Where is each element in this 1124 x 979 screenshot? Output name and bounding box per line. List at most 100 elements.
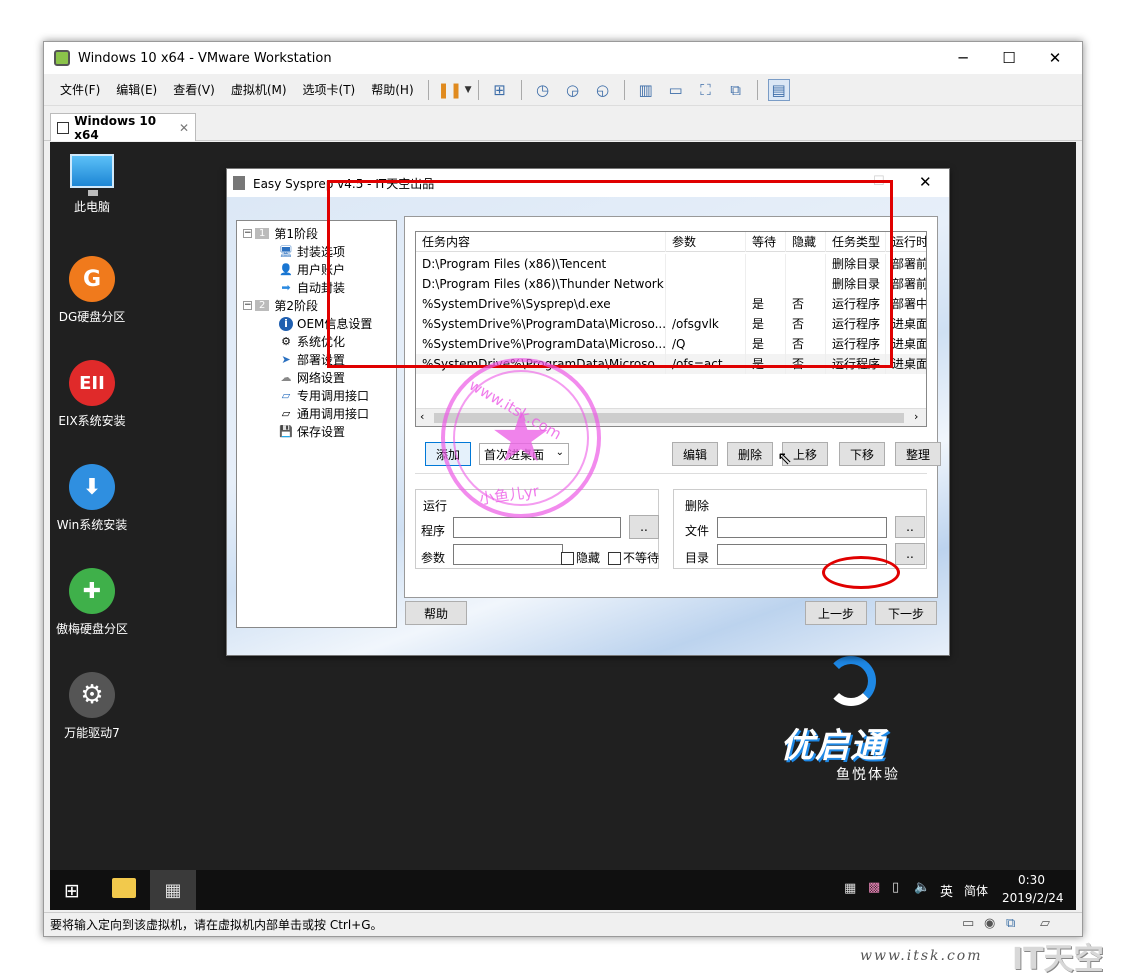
pause-icon[interactable]: ❚❚ [437, 79, 462, 101]
deploy-icon: ➤ [281, 353, 291, 366]
minimize-button[interactable]: ─ [940, 42, 986, 74]
collapse-icon[interactable]: − [243, 229, 252, 238]
maximize-icon: ☐ [1002, 49, 1016, 67]
program-input[interactable] [453, 517, 621, 538]
device-network-icon[interactable]: ⧉ [1006, 916, 1015, 931]
fullscreen-icon[interactable]: ⛶ [695, 79, 717, 101]
tray-usb-icon[interactable]: ▯ [892, 880, 899, 895]
monitor-icon [70, 154, 114, 196]
desktop-icon-driver[interactable]: ⚙ 万能驱动7 [50, 672, 134, 741]
tray-color-icon[interactable]: ▩ [868, 880, 880, 895]
app-icon [233, 176, 245, 190]
menu-file[interactable]: 文件(F) [52, 81, 108, 98]
footer-site: www.itsk.com [860, 948, 983, 964]
dir-label: 目录 [685, 551, 710, 565]
window-title: Windows 10 x64 - VMware Workstation [78, 50, 332, 66]
params-input[interactable] [453, 544, 563, 565]
pie-icon: ✚ [69, 568, 115, 614]
menu-bar: 文件(F) 编辑(E) 查看(V) 虚拟机(M) 选项卡(T) 帮助(H) ❚❚… [44, 74, 1082, 106]
active-app-icon[interactable]: ▦ [150, 870, 196, 910]
device-hdd-icon[interactable]: ▭ [962, 916, 974, 931]
mouse-cursor-icon: ⇖ [777, 448, 793, 469]
start-icon[interactable]: ⊞ [64, 880, 80, 902]
menu-edit[interactable]: 编辑(E) [108, 81, 165, 98]
desktop-icon-win-install[interactable]: ⬇ Win系统安装 [50, 464, 134, 533]
stage-num-badge: 2 [255, 300, 270, 311]
arrow-right-icon: ➡ [281, 281, 291, 294]
highlight-task-list [327, 180, 893, 368]
thumbnail-icon[interactable]: ▭ [665, 79, 687, 101]
program-browse-button[interactable]: .. [629, 515, 659, 539]
tab-windows10[interactable]: Windows 10 x64 ✕ [50, 113, 196, 142]
edit-button[interactable]: 编辑 [672, 442, 718, 466]
scroll-left-icon[interactable]: ‹ [420, 410, 424, 423]
maximize-button[interactable]: ☐ [986, 42, 1032, 74]
eix-icon: EII [69, 360, 115, 406]
ime-lang[interactable]: 英 [940, 881, 953, 900]
minimize-icon: ─ [958, 49, 968, 67]
sidebar-icon[interactable]: ▥ [635, 79, 657, 101]
send-keys-icon[interactable]: ⊞ [489, 79, 511, 101]
device-cd-icon[interactable]: ◉ [984, 916, 995, 931]
status-text: 要将输入定向到该虚拟机，请在虚拟机内部单击或按 Ctrl+G。 [50, 918, 383, 932]
footer-watermark: www.itsk.com IT天空 [860, 934, 1122, 977]
file-input[interactable] [717, 517, 887, 538]
vmware-logo-icon [54, 50, 70, 66]
ime-mode[interactable]: 简体 [964, 882, 988, 899]
collapse-icon[interactable]: − [243, 301, 252, 310]
hidden-checkbox[interactable]: 隐藏 [561, 549, 600, 566]
desktop-icon-eix[interactable]: EII EIX系统安装 [50, 360, 134, 429]
clock-date[interactable]: 2019/2/24 [1002, 891, 1064, 905]
chevron-down-icon[interactable]: ▼ [465, 85, 472, 95]
run-group-title: 运行 [423, 499, 448, 513]
menu-view[interactable]: 查看(V) [165, 81, 223, 98]
fish-logo-icon [826, 656, 876, 706]
tree-item-general-api[interactable]: ▱ 通用调用接口 [279, 405, 369, 422]
help-button[interactable]: 帮助 [405, 601, 467, 625]
tree-stage-1[interactable]: − 1 第1阶段 [243, 225, 318, 242]
scroll-right-icon[interactable]: › [914, 410, 918, 423]
file-browse-button[interactable]: .. [895, 516, 925, 538]
file-label: 文件 [685, 524, 710, 538]
tab-label: Windows 10 x64 [74, 113, 157, 142]
menu-help[interactable]: 帮助(H) [363, 81, 421, 98]
unity-icon[interactable]: ⧉ [725, 79, 747, 101]
message-icon[interactable]: ▱ [1040, 916, 1050, 931]
snapshot-revert-icon[interactable]: ◶ [562, 79, 584, 101]
close-button[interactable]: ✕ [1032, 42, 1078, 74]
desktop-icon-this-pc[interactable]: 此电脑 [50, 154, 134, 215]
save-icon: 💾 [279, 425, 293, 438]
nowait-checkbox[interactable]: 不等待 [608, 549, 659, 566]
next-button[interactable]: 下一步 [875, 601, 937, 625]
snapshot-icon[interactable]: ◷ [532, 79, 554, 101]
menu-tabs[interactable]: 选项卡(T) [295, 81, 364, 98]
params-label: 参数 [421, 551, 446, 565]
tree-stage-2[interactable]: − 2 第2阶段 [243, 297, 318, 314]
prev-button[interactable]: 上一步 [805, 601, 867, 625]
vmware-title-bar[interactable]: Windows 10 x64 - VMware Workstation ─ ☐ … [44, 42, 1082, 74]
delete-group-title: 删除 [685, 499, 710, 513]
gear-icon: ⚙ [281, 335, 291, 348]
desktop-icon-dg[interactable]: G DG硬盘分区 [50, 256, 134, 325]
console-view-icon[interactable]: ▤ [767, 78, 790, 101]
tab-close-icon[interactable]: ✕ [179, 121, 189, 135]
vm-tab-icon [57, 121, 70, 134]
desktop-icon-aomei[interactable]: ✚ 傲梅硬盘分区 [50, 568, 134, 637]
delete-button[interactable]: 删除 [727, 442, 773, 466]
dir-browse-button[interactable]: .. [895, 543, 925, 565]
tree-item-save[interactable]: 💾 保存设置 [279, 423, 345, 440]
tab-bar: Windows 10 x64 ✕ [44, 107, 1082, 142]
volume-muted-icon[interactable]: 🔈 [914, 880, 930, 895]
clock-time[interactable]: 0:30 [1018, 873, 1045, 887]
stage-num-badge: 1 [255, 228, 270, 239]
snapshot-manager-icon[interactable]: ◵ [592, 79, 614, 101]
highlight-next-button [822, 556, 900, 589]
move-down-button[interactable]: 下移 [839, 442, 885, 466]
tree-item-network[interactable]: ☁ 网络设置 [279, 369, 346, 386]
tray-grid-icon[interactable]: ▦ [844, 881, 856, 896]
tree-item-private-api[interactable]: ▱ 专用调用接口 [279, 387, 369, 404]
tidy-button[interactable]: 整理 [895, 442, 941, 466]
explorer-icon[interactable] [112, 878, 136, 898]
menu-vm[interactable]: 虚拟机(M) [223, 81, 295, 98]
dialog-close-icon[interactable]: ✕ [919, 173, 932, 191]
